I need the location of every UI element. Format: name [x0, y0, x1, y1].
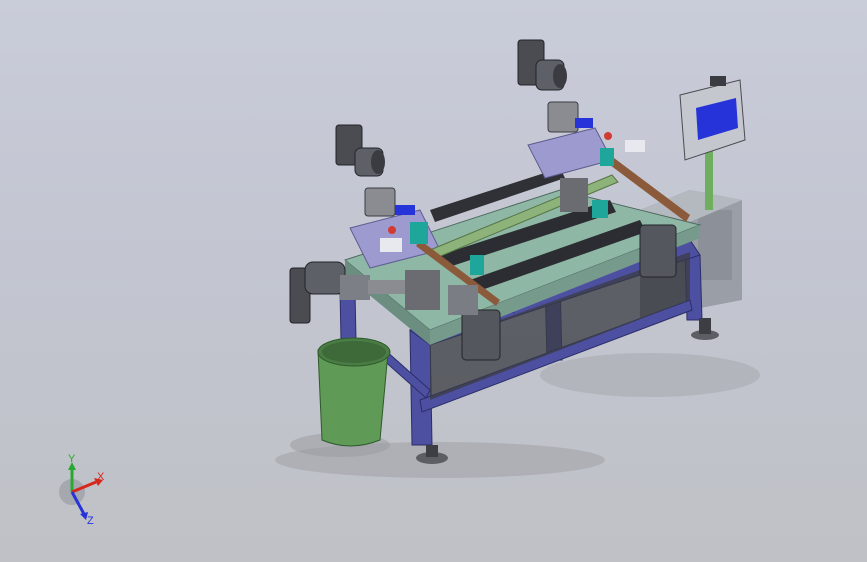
motor-left-upper[interactable] — [335, 124, 415, 217]
cad-viewport[interactable]: Y X Z — [0, 0, 867, 562]
hmi-panel[interactable] — [679, 76, 746, 210]
ground-shadow-right — [540, 353, 760, 397]
waste-bin[interactable] — [317, 337, 391, 447]
x-axis-label: X — [97, 471, 105, 483]
motor-right-upper[interactable] — [517, 39, 593, 133]
axis-triad: Y X Z — [59, 453, 105, 527]
z-axis-label: Z — [87, 515, 94, 527]
y-axis-label: Y — [68, 453, 76, 465]
